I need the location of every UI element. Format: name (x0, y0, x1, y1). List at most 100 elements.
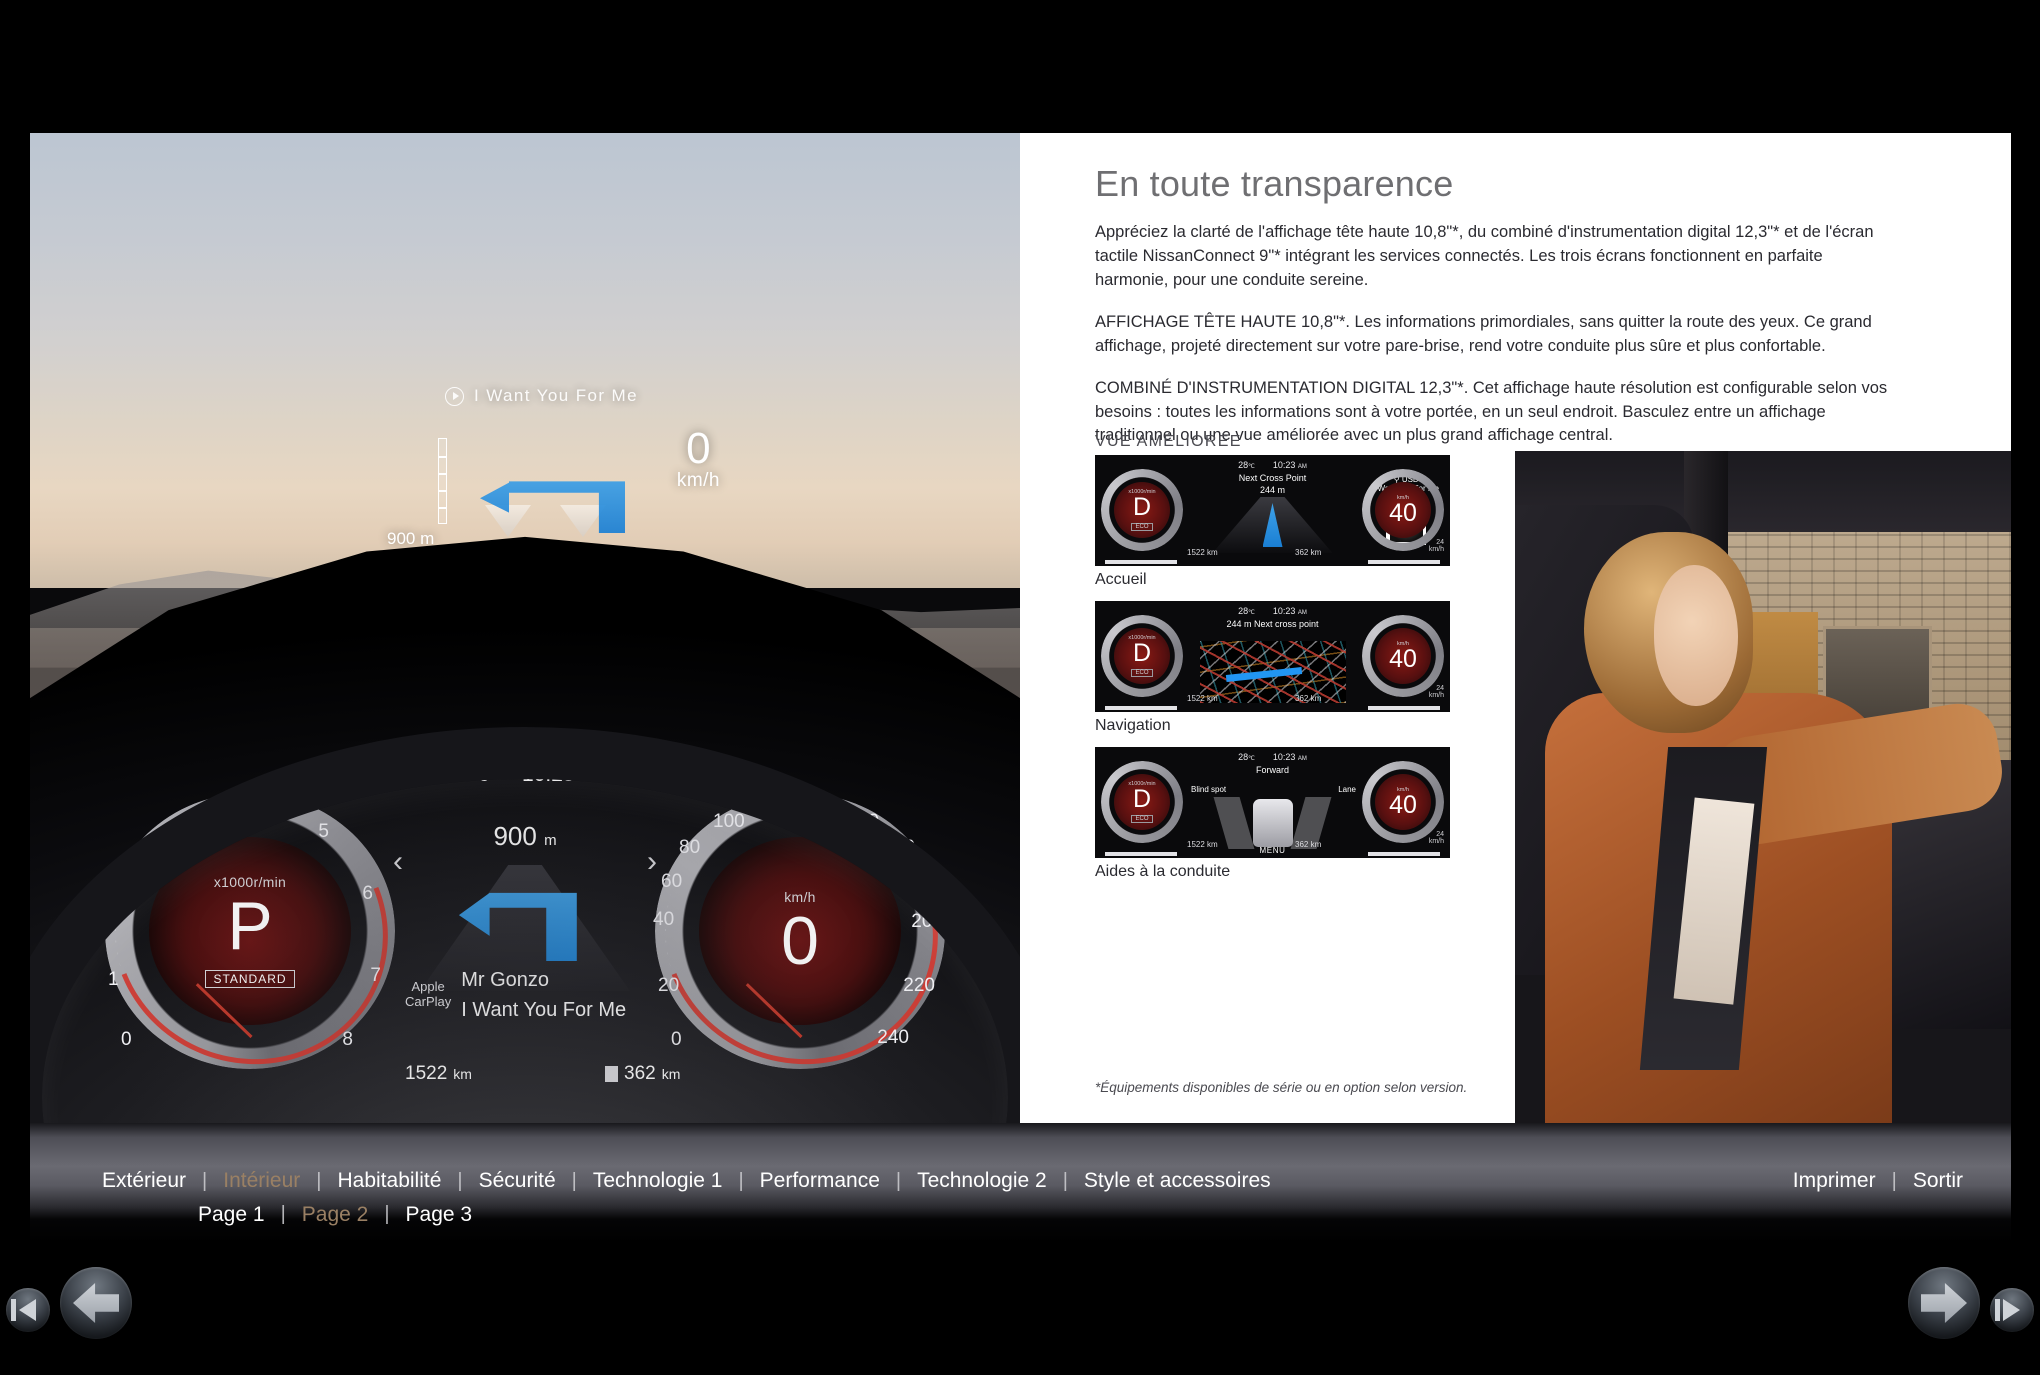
thumb2-gear: D (1132, 639, 1152, 667)
thumbnail-image-driver-assist[interactable]: 28℃ 10:23 AM x1000r/min D ECO Forward Bl… (1095, 747, 1450, 858)
thumbnail-image-accueil[interactable]: 28℃ 10:23 AM x1000r/min D ECO Next Cross… (1095, 455, 1450, 566)
photo-woman-in-car (1515, 451, 2011, 1123)
page-nav-row: Page 1 | Page 2 | Page 3 (198, 1203, 2040, 1227)
hud-distance-bar (438, 438, 447, 524)
thumb1-nav-label: Next Cross Point (1238, 473, 1307, 483)
thumb3-odometer: 1522 km (1187, 840, 1218, 849)
nav-section-performance[interactable]: Performance (760, 1169, 880, 1193)
nav-section-exterieur[interactable]: Extérieur (102, 1169, 186, 1193)
next-page-button[interactable] (1908, 1267, 1980, 1339)
hud-speed-value: 0 (686, 424, 711, 473)
page-body: Appréciez la clarté de l'affichage tête … (1095, 221, 1895, 466)
thumb3-label-blind-spot: Blind spot (1191, 785, 1227, 794)
nav-separator: | (457, 1169, 463, 1192)
print-button[interactable]: Imprimer (1793, 1169, 1876, 1193)
thumbnail-caption-navigation: Navigation (1095, 717, 1171, 734)
thumb3-tachometer: x1000r/min D ECO (1101, 761, 1183, 843)
thumb3-gauge-max-unit: km/h (1428, 838, 1444, 846)
content-panel: En toute transparence Appréciez la clart… (1050, 133, 2011, 1123)
nav-section-style-accessoires[interactable]: Style et accessoires (1084, 1169, 1271, 1193)
thumb2-map-graphic (1199, 641, 1346, 703)
presentation-viewer: I Want You For Me 900 m 0 km/h 19℃ 10:23… (0, 0, 2040, 1375)
previous-section-button[interactable] (6, 1288, 50, 1332)
next-section-button[interactable] (1990, 1288, 2034, 1332)
thumb2-eco: ECO (1131, 669, 1153, 677)
thumbnail-image-navigation[interactable]: 28℃ 10:23 AM x1000r/min D ECO 244 m Next… (1095, 601, 1450, 712)
nav-section-technologie-1[interactable]: Technologie 1 (593, 1169, 723, 1193)
nav-separator: | (1891, 1169, 1897, 1192)
next-page-icon (1921, 1283, 1967, 1323)
thumb1-eco: ECO (1131, 523, 1153, 531)
paragraph-intro: Appréciez la clarté de l'affichage tête … (1095, 223, 1874, 289)
previous-page-icon (73, 1283, 119, 1323)
thumbnail-caption-accueil: Accueil (1095, 571, 1147, 588)
thumb1-odometer: 1522 km (1187, 548, 1218, 557)
nav-page-2[interactable]: Page 2 (302, 1203, 369, 1227)
thumb1-gauge-max: 24 km/h (1429, 539, 1444, 554)
nav-section-technologie-2[interactable]: Technologie 2 (917, 1169, 1047, 1193)
sky (30, 133, 1020, 589)
thumbnail-item-driver-assist[interactable]: 28℃ 10:23 AM x1000r/min D ECO Forward Bl… (1095, 747, 1450, 881)
thumbnail-item-navigation[interactable]: 28℃ 10:23 AM x1000r/min D ECO 244 m Next… (1095, 601, 1450, 735)
exit-button[interactable]: Sortir (1913, 1169, 1963, 1193)
thumb2-fuel-range: 362 km (1295, 694, 1322, 703)
thumb2-speed: 40 (1389, 644, 1417, 673)
thumbnail-list: 28℃ 10:23 AM x1000r/min D ECO Next Cross… (1095, 455, 1450, 893)
thumb3-speed: 40 (1389, 790, 1417, 819)
action-links: Imprimer | Sortir (1793, 1169, 1963, 1193)
thumb3-label-lane: Lane (1338, 785, 1356, 794)
thumb2-odometer: 1522 km (1187, 694, 1218, 703)
nav-separator: | (738, 1169, 744, 1192)
thumb3-fuel-range: 362 km (1295, 840, 1322, 849)
nav-separator: | (280, 1203, 286, 1225)
section-nav-row: Extérieur | Intérieur | Habitabilité | S… (30, 1169, 2011, 1193)
nav-separator: | (895, 1169, 902, 1192)
thumb1-nav-distance: 244 m (1259, 485, 1285, 495)
thumb2-gauge-max-unit: km/h (1428, 692, 1444, 700)
thumb3-car-icon (1252, 799, 1293, 847)
thumb1-tachometer: x1000r/min D ECO (1101, 469, 1183, 551)
previous-section-icon (11, 1295, 45, 1325)
thumb1-gear: D (1132, 493, 1152, 521)
thumb3-gauge-max-value: 24 (1436, 830, 1444, 838)
nav-separator: | (1062, 1169, 1068, 1192)
thumb1-fuel-range: 362 km (1295, 548, 1322, 557)
nav-page-1[interactable]: Page 1 (198, 1203, 265, 1227)
bottom-navigation-bar: Extérieur | Intérieur | Habitabilité | S… (30, 1123, 2011, 1243)
hud-speed: 0 km/h (676, 424, 720, 492)
thumb2-gauge-max: 24 km/h (1429, 685, 1444, 700)
hud-speed-unit: km/h (676, 469, 720, 491)
hud-track-row: I Want You For Me (445, 386, 638, 406)
nav-section-securite[interactable]: Sécurité (479, 1169, 556, 1193)
play-icon (445, 386, 464, 406)
thumb3-label-forward: Forward (1255, 765, 1289, 775)
footnote: *Équipements disponibles de série ou en … (1095, 1080, 1468, 1095)
page-title: En toute transparence (1095, 163, 1454, 204)
thumb2-gauge-max-value: 24 (1436, 684, 1444, 692)
thumb1-gauge-max-unit: km/h (1428, 546, 1444, 554)
thumb3-eco: ECO (1131, 815, 1153, 823)
nav-separator: | (384, 1203, 390, 1225)
nav-separator: | (202, 1169, 208, 1192)
next-section-icon (1995, 1295, 2029, 1325)
previous-page-button[interactable] (60, 1267, 132, 1339)
thumb2-nav-label: 244 m Next cross point (1226, 619, 1319, 629)
thumbnail-caption-driver-assist: Aides à la conduite (1095, 863, 1231, 880)
nav-section-habitabilite[interactable]: Habitabilité (337, 1169, 441, 1193)
nav-section-interieur[interactable]: Intérieur (223, 1169, 300, 1193)
nav-separator: | (316, 1169, 322, 1192)
paragraph-head-up-display: AFFICHAGE TÊTE HAUTE 10,8"*. Les informa… (1095, 312, 1872, 355)
thumb2-tachometer: x1000r/min D ECO (1101, 615, 1183, 697)
thumb3-gear: D (1132, 785, 1152, 813)
section-kicker: VUE AMÉLIORÉE (1095, 433, 1242, 450)
thumb1-speed: 40 (1389, 498, 1417, 527)
thumbnail-item-accueil[interactable]: 28℃ 10:23 AM x1000r/min D ECO Next Cross… (1095, 455, 1450, 589)
hud-track-title: I Want You For Me (474, 386, 638, 405)
thumb1-gauge-max-value: 24 (1436, 538, 1444, 546)
page-sheet: I Want You For Me 900 m 0 km/h 19℃ 10:23… (30, 133, 2011, 1123)
section-links: Extérieur | Intérieur | Habitabilité | S… (102, 1169, 1271, 1193)
hero-photo-interior-driving: I Want You For Me 900 m 0 km/h 19℃ 10:23… (30, 133, 1020, 1123)
thumb3-menu-label: MENU (1259, 846, 1286, 855)
nav-separator: | (571, 1169, 577, 1192)
nav-page-3[interactable]: Page 3 (406, 1203, 473, 1227)
